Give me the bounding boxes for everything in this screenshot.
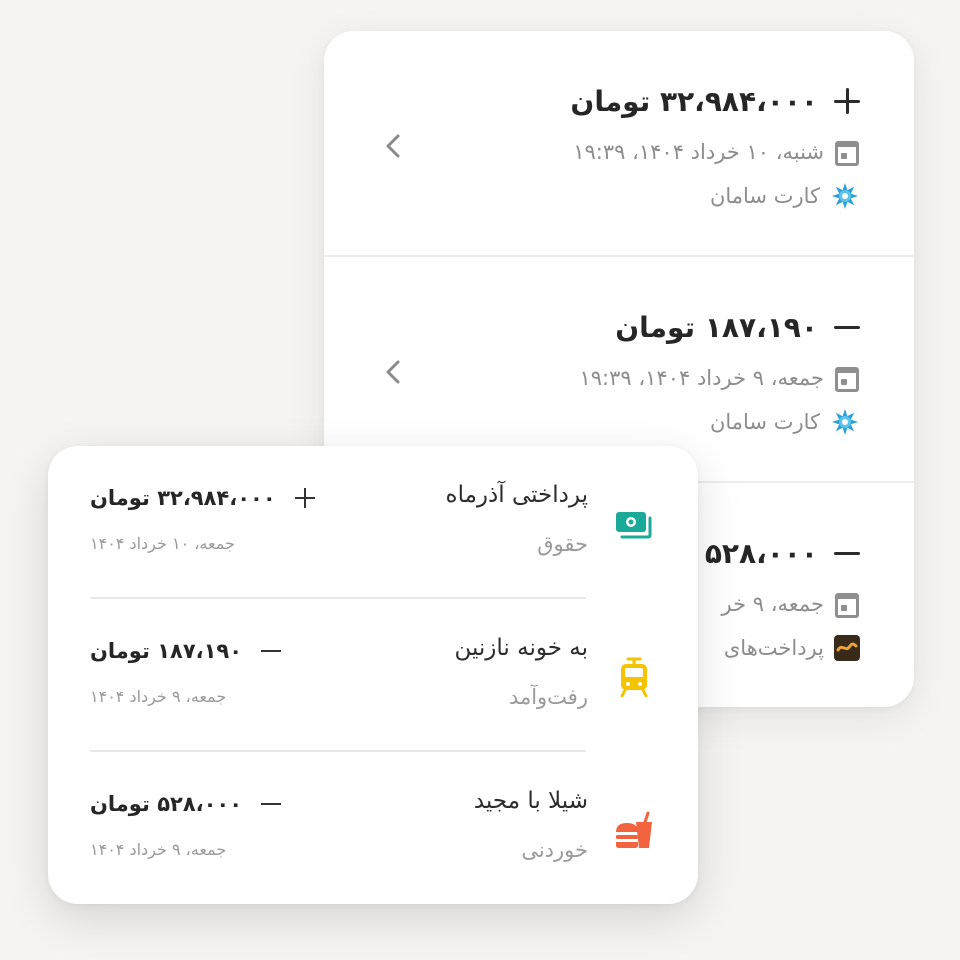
transaction-category: خوردنی (521, 838, 588, 862)
account-name: کارت سامان (709, 184, 820, 208)
transaction-amount: ۵۲۸،۰۰۰ (704, 536, 818, 570)
minus-icon (260, 793, 282, 815)
plus-icon (832, 86, 862, 116)
transaction-title: پرداختی آذرماه (445, 482, 588, 508)
transaction-category: رفت‌وآمد (508, 685, 588, 709)
minus-icon (832, 312, 862, 342)
account-name: پرداخت‌های (723, 636, 824, 660)
chevron-left-icon[interactable] (382, 131, 404, 161)
transaction-datetime: جمعه، ۹ خر (721, 592, 825, 616)
minus-icon (260, 640, 282, 662)
chevron-left-icon[interactable] (382, 357, 404, 387)
transaction-row[interactable]: شیلا با مجید خوردنی ۵۲۸،۰۰۰ تومان جمعه، … (48, 752, 698, 904)
plus-icon (294, 487, 316, 509)
transaction-title: به خونه نازنین (454, 635, 588, 661)
transaction-date: جمعه، ۱۰ خرداد ۱۴۰۴ (90, 534, 235, 553)
transaction-summary-list: پرداختی آذرماه حقوق ۳۲،۹۸۴،۰۰۰ تومان جمع… (48, 446, 698, 904)
transaction-title: شیلا با مجید (473, 788, 588, 814)
minus-icon (832, 538, 862, 568)
salary-cash-icon (616, 512, 652, 539)
calendar-icon (834, 590, 860, 618)
transaction-row[interactable]: ۳۲،۹۸۴،۰۰۰ تومان شنبه، ۱۰ خرداد ۱۴۰۴، ۱۹… (324, 31, 914, 257)
transaction-amount: ۱۸۷،۱۹۰ تومان (90, 639, 243, 663)
transaction-datetime: جمعه، ۹ خرداد ۱۴۰۴، ۱۹:۳۹ (579, 366, 825, 390)
transaction-amount: ۳۲،۹۸۴،۰۰۰ تومان (570, 84, 818, 118)
calendar-icon (834, 364, 860, 392)
transaction-category: حقوق (537, 532, 588, 556)
transaction-datetime: شنبه، ۱۰ خرداد ۱۴۰۴، ۱۹:۳۹ (573, 140, 824, 164)
food-burger-icon (616, 811, 652, 848)
saman-bank-icon (832, 183, 858, 209)
transaction-row[interactable]: به خونه نازنین رفت‌وآمد ۱۸۷،۱۹۰ تومان جم… (48, 599, 698, 751)
finance-icon (834, 635, 860, 661)
transaction-date: جمعه، ۹ خرداد ۱۴۰۴ (90, 687, 227, 706)
transaction-row[interactable]: پرداختی آذرماه حقوق ۳۲،۹۸۴،۰۰۰ تومان جمع… (48, 446, 698, 598)
transaction-amount: ۱۸۷،۱۹۰ تومان (615, 310, 818, 344)
transaction-amount: ۳۲،۹۸۴،۰۰۰ تومان (90, 486, 276, 510)
transport-train-icon (620, 657, 648, 697)
calendar-icon (834, 138, 860, 166)
transaction-amount: ۵۲۸،۰۰۰ تومان (90, 792, 243, 816)
account-name: کارت سامان (709, 410, 820, 434)
saman-bank-icon (832, 409, 858, 435)
transaction-date: جمعه، ۹ خرداد ۱۴۰۴ (90, 840, 227, 859)
